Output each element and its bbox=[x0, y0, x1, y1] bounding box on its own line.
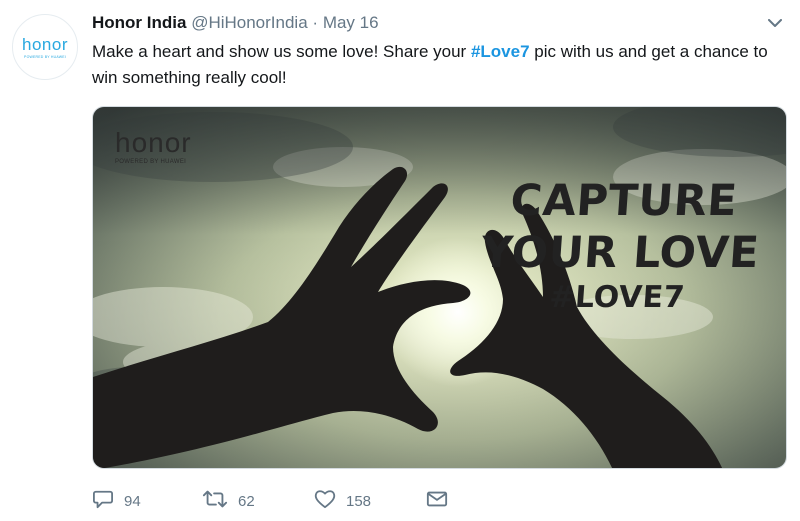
author-name[interactable]: Honor India bbox=[92, 13, 186, 32]
direct-message-button[interactable] bbox=[426, 490, 448, 512]
author-handle[interactable]: @HiHonorIndia bbox=[191, 13, 307, 32]
avatar-sub: POWERED BY HUAWEI bbox=[24, 54, 66, 59]
avatar[interactable]: honor POWERED BY HUAWEI bbox=[12, 14, 78, 80]
image-brand: honor POWERED BY HUAWEI bbox=[115, 127, 192, 166]
caption-line-1: CAPTURE bbox=[509, 176, 740, 226]
image-brand-logo: honor bbox=[115, 127, 192, 158]
retweet-count: 62 bbox=[238, 492, 255, 510]
tweet-header: Honor India @HiHonorIndia · May 16 bbox=[92, 12, 379, 34]
tweet-date[interactable]: May 16 bbox=[323, 13, 379, 32]
like-button[interactable]: 158 bbox=[314, 489, 426, 513]
tweet-text: Make a heart and show us some love! Shar… bbox=[92, 39, 782, 91]
avatar-logo: honor bbox=[22, 34, 68, 54]
tweet: honor POWERED BY HUAWEI Honor India @HiH… bbox=[0, 0, 800, 521]
retweet-icon bbox=[202, 490, 228, 512]
tweet-actions: 94 62 158 bbox=[92, 488, 448, 514]
heart-icon bbox=[314, 489, 336, 513]
reply-button[interactable]: 94 bbox=[92, 489, 202, 513]
reply-count: 94 bbox=[124, 492, 141, 510]
image-caption: CAPTURE YOUR LOVE #LOVE7 bbox=[477, 175, 765, 317]
caption-line-2: YOUR LOVE bbox=[480, 228, 762, 278]
chevron-down-icon[interactable] bbox=[766, 14, 784, 32]
separator-dot: · bbox=[312, 13, 319, 32]
tweet-text-before: Make a heart and show us some love! Shar… bbox=[92, 42, 471, 61]
reply-icon bbox=[92, 489, 114, 513]
hashtag-link[interactable]: #Love7 bbox=[471, 42, 530, 61]
like-count: 158 bbox=[346, 492, 372, 510]
image-brand-sub: POWERED BY HUAWEI bbox=[115, 159, 187, 165]
caption-hashtag: #LOVE7 bbox=[548, 280, 687, 315]
retweet-button[interactable]: 62 bbox=[202, 490, 314, 512]
envelope-icon bbox=[426, 490, 448, 512]
tweet-image[interactable]: honor POWERED BY HUAWEI CAPTURE YOUR LOV… bbox=[92, 106, 787, 469]
